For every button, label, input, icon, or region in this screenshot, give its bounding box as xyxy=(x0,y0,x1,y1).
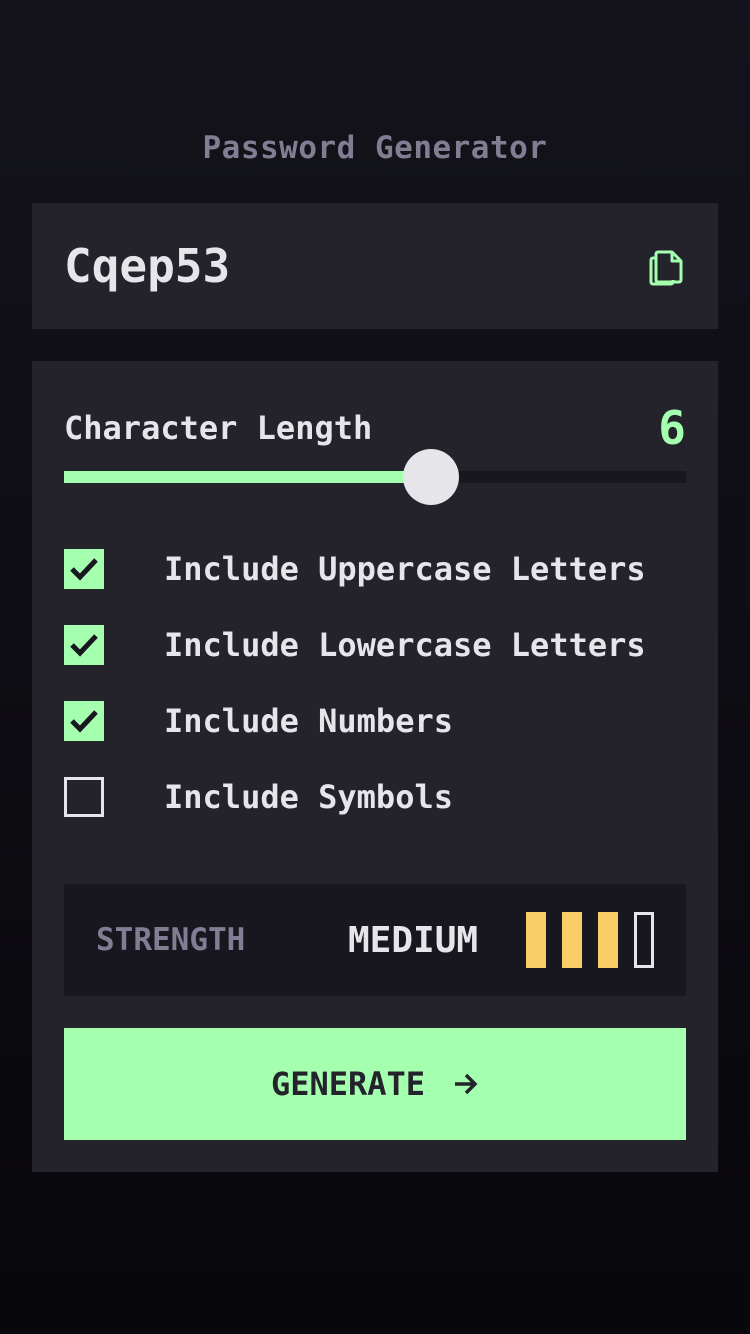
check-icon xyxy=(70,710,98,733)
generate-label: GENERATE xyxy=(270,1065,426,1103)
symbols-checkbox[interactable] xyxy=(64,777,104,817)
option-lowercase[interactable]: Include Lowercase Letters xyxy=(64,625,686,665)
settings-panel: Character Length 6 Include Uppercase Let… xyxy=(32,361,718,1172)
strength-bar xyxy=(598,912,618,968)
generate-button[interactable]: GENERATE xyxy=(64,1028,686,1140)
strength-value: MEDIUM xyxy=(348,919,479,961)
slider-thumb[interactable] xyxy=(402,449,459,505)
numbers-checkbox[interactable] xyxy=(64,701,104,741)
check-icon xyxy=(70,634,98,657)
option-uppercase[interactable]: Include Uppercase Letters xyxy=(64,549,686,589)
strength-label: STRENGTH xyxy=(96,922,246,958)
page-title: Password Generator xyxy=(202,130,548,166)
slider-fill xyxy=(64,471,431,483)
length-slider[interactable] xyxy=(64,449,686,505)
uppercase-label: Include Uppercase Letters xyxy=(164,550,646,588)
copy-button[interactable] xyxy=(646,244,686,288)
check-icon xyxy=(70,558,98,581)
numbers-label: Include Numbers xyxy=(164,702,453,740)
option-numbers[interactable]: Include Numbers xyxy=(64,701,686,741)
lowercase-checkbox[interactable] xyxy=(64,625,104,665)
strength-meter: STRENGTH MEDIUM xyxy=(64,884,686,996)
copy-icon xyxy=(649,250,683,286)
uppercase-checkbox[interactable] xyxy=(64,549,104,589)
options-list: Include Uppercase Letters Include Lowerc… xyxy=(64,549,686,817)
option-symbols[interactable]: Include Symbols xyxy=(64,777,686,817)
symbols-label: Include Symbols xyxy=(164,778,453,816)
strength-bar xyxy=(562,912,582,968)
password-output: Cqep53 xyxy=(32,203,718,329)
arrow-right-icon xyxy=(455,1073,478,1095)
strength-bars xyxy=(526,912,654,968)
password-text: Cqep53 xyxy=(64,239,231,293)
lowercase-label: Include Lowercase Letters xyxy=(164,626,646,664)
strength-bar xyxy=(634,912,654,968)
strength-bar xyxy=(526,912,546,968)
length-value: 6 xyxy=(658,401,686,455)
length-label: Character Length xyxy=(64,409,373,447)
length-row: Character Length 6 xyxy=(64,401,686,455)
